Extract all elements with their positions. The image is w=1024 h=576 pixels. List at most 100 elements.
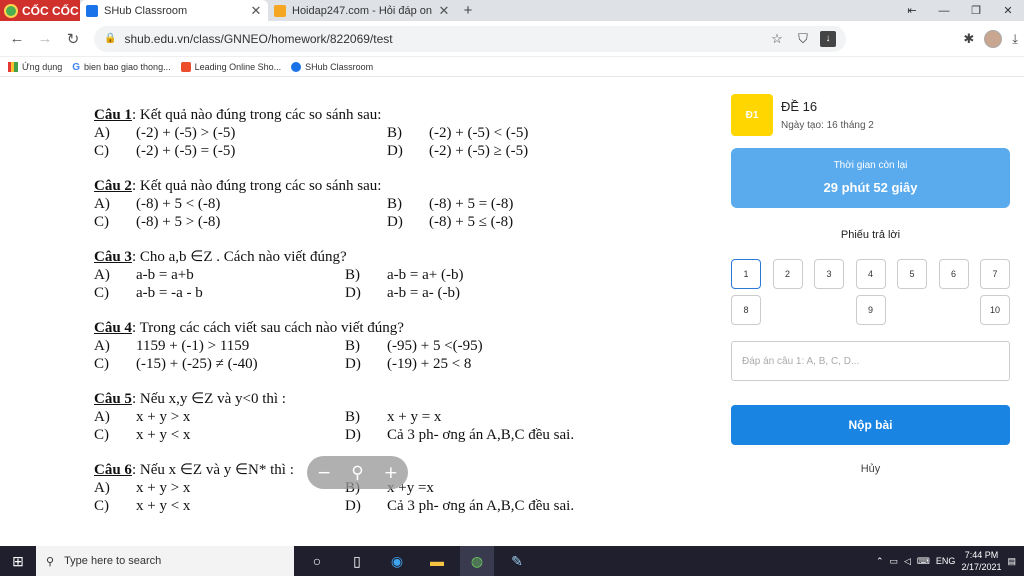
close-icon[interactable]: ✕	[438, 3, 450, 19]
close-window-icon[interactable]: ✕	[992, 0, 1024, 21]
extensions-puzzle-icon[interactable]: ✱	[963, 31, 974, 47]
exam-header: Đ1 ĐỀ 16 Ngày tạo: 16 tháng 2	[731, 94, 1010, 136]
option-letter: A)	[94, 480, 110, 496]
notification-icon[interactable]: ▤	[1007, 556, 1016, 567]
brand-label: CỐC CỐC	[22, 3, 79, 18]
option-letter: C)	[94, 427, 109, 443]
question-number: Câu 3	[94, 249, 132, 265]
answer-cell-7[interactable]: 7	[980, 259, 1010, 289]
cancel-button[interactable]: Hủy	[731, 463, 1010, 475]
question-number: Câu 6	[94, 462, 132, 478]
option-letter: C)	[94, 498, 109, 514]
answer-cell-6[interactable]: 6	[938, 259, 969, 289]
download-icon[interactable]: ↓	[820, 30, 836, 47]
back-arrow-icon[interactable]: ←	[6, 28, 28, 50]
timer-label: Thời gian còn lại	[833, 160, 908, 171]
cortana-icon[interactable]: ○	[300, 546, 334, 576]
options: A) x + y > x B) x + y = x C) x + y < x D) Cả 3…	[94, 408, 654, 444]
option-text: (-2) + (-5) < (-5)	[429, 125, 529, 141]
option-text: (-8) + 5 < (-8)	[136, 196, 221, 212]
options: A) a-b = a+b B) a-b = a+ (-b) C) a-b = -a - …	[94, 266, 654, 302]
zoom-out-icon[interactable]: −	[317, 463, 331, 483]
forward-arrow-icon[interactable]: →	[34, 28, 56, 50]
option-text: (-2) + (-5) ≥ (-5)	[429, 143, 529, 159]
volume-icon[interactable]: ◁	[904, 556, 911, 567]
submit-button[interactable]: Nộp bài	[731, 405, 1010, 445]
answer-cell-3[interactable]: 3	[814, 259, 844, 289]
option-letter: C)	[94, 285, 109, 301]
keyboard-icon[interactable]: ⌨	[917, 556, 930, 567]
option-text: x + y > x	[136, 409, 191, 425]
option-text: x + y = x	[387, 409, 442, 425]
restore-icon[interactable]: ❐	[960, 0, 992, 21]
answer-cell-1[interactable]: 1	[731, 259, 761, 289]
answer-cell-9[interactable]: 9	[855, 295, 886, 325]
avatar[interactable]	[984, 29, 1003, 48]
download-arrow-icon[interactable]: ⤓	[1012, 31, 1018, 47]
reload-icon[interactable]: ↻	[62, 28, 84, 50]
edge-icon[interactable]: ◉	[380, 546, 414, 576]
coccoc-menu-button[interactable]: CỐC CỐC	[0, 0, 80, 21]
answer-sidebar: Đ1 ĐỀ 16 Ngày tạo: 16 tháng 2 Thời gian …	[731, 78, 1010, 475]
network-icon[interactable]: ▭	[889, 556, 898, 567]
option-letter: C)	[94, 214, 109, 230]
new-tab-button[interactable]: +	[456, 0, 480, 21]
google-icon: G	[72, 61, 80, 73]
option-letter: D)	[387, 214, 403, 230]
star-icon[interactable]: ☆	[768, 31, 786, 47]
answer-cell-2[interactable]: 2	[772, 259, 803, 289]
answer-cell-5[interactable]: 5	[897, 259, 927, 289]
file-explorer-icon[interactable]: ▬	[420, 546, 454, 576]
bookmark-label: Ứng dụng	[22, 61, 63, 72]
minimize-icon[interactable]: —	[928, 0, 960, 21]
tab-shub-classroom[interactable]: SHub Classroom ✕	[80, 0, 268, 21]
tab-hoidap247[interactable]: Hoidap247.com - Hỏi đáp onl ✕	[268, 0, 456, 21]
option-text: a-b = a- (-b)	[387, 285, 461, 301]
bookmark-label: bien bao giao thong...	[84, 61, 171, 72]
timer-value: 29 phút 52 giây	[823, 180, 918, 195]
lock-icon: 🔒	[104, 33, 117, 44]
option-letter: C)	[94, 356, 109, 372]
bookmark-shub[interactable]: SHub Classroom	[291, 61, 373, 72]
option-letter: D)	[345, 427, 361, 443]
clock[interactable]: 7:44 PM 2/17/2021	[961, 549, 1001, 573]
tab-search-icon[interactable]: ⇤	[896, 0, 928, 21]
url-text: shub.edu.vn/class/GNNEO/homework/822069/…	[124, 31, 393, 46]
option-letter: A)	[94, 125, 110, 141]
option-letter: D)	[345, 498, 361, 514]
bookmark-shop[interactable]: Leading Online Sho...	[180, 61, 281, 72]
bookmark-google[interactable]: G bien bao giao thong...	[72, 61, 171, 73]
option-text: (-95) + 5 <(-95)	[387, 338, 483, 354]
shield-icon[interactable]: ⛉	[794, 31, 812, 47]
url-bar[interactable]: 🔒 shub.edu.vn/class/GNNEO/homework/82206…	[94, 25, 846, 52]
exam-date: Ngày tạo: 16 tháng 2	[781, 120, 874, 131]
zoom-reset-icon[interactable]: ⚲	[351, 463, 363, 483]
bookmark-apps[interactable]: Ứng dụng	[8, 61, 63, 72]
question-5: Câu 5: Nếu x,y ∈Z và y<0 thì : A) x + y >…	[94, 390, 654, 444]
answer-grid: 1 2 3 4 5 6 7 8 9 10	[731, 259, 1010, 325]
shub-favicon-icon	[86, 4, 98, 17]
zoom-in-icon[interactable]: +	[384, 463, 398, 483]
taskbar-search[interactable]: ⚲ Type here to search	[36, 546, 294, 576]
answer-sheet-title: Phiếu trả lời	[840, 229, 901, 241]
question-text: : Nếu x,y ∈Z và y<0 thì :	[131, 391, 286, 407]
taskbar-apps: ○ ▯ ◉ ▬ ◍ ✎	[300, 546, 534, 576]
paint-icon[interactable]: ✎	[500, 546, 534, 576]
question-text: : Kết quả nào đúng trong các so sánh sau…	[131, 178, 382, 194]
close-icon[interactable]: ✕	[250, 3, 262, 19]
coccoc-taskbar-icon[interactable]: ◍	[460, 546, 494, 576]
answer-cell-10[interactable]: 10	[980, 295, 1010, 325]
answer-cell-8[interactable]: 8	[731, 295, 761, 325]
answer-input[interactable]: Đáp án câu 1: A, B, C, D...	[731, 341, 1010, 381]
question-text: : Cho a,b ∈Z . Cách nào viết đúng?	[131, 249, 347, 265]
answer-cell-4[interactable]: 4	[855, 259, 886, 289]
option-text: Cả 3 ph- ơng án A,B,C đều sai.	[387, 498, 575, 514]
option-letter: A)	[94, 409, 110, 425]
language-indicator[interactable]: ENG	[936, 556, 956, 566]
chevron-up-icon[interactable]: ⌃	[876, 556, 884, 567]
task-view-icon[interactable]: ▯	[340, 546, 374, 576]
browser-tabbar: CỐC CỐC SHub Classroom ✕ Hoidap247.com -…	[0, 0, 1024, 21]
option-letter: D)	[387, 143, 403, 159]
address-toolbar: ← → ↻ 🔒 shub.edu.vn/class/GNNEO/homework…	[0, 21, 1024, 57]
windows-start-icon[interactable]: ⊞	[0, 546, 36, 576]
